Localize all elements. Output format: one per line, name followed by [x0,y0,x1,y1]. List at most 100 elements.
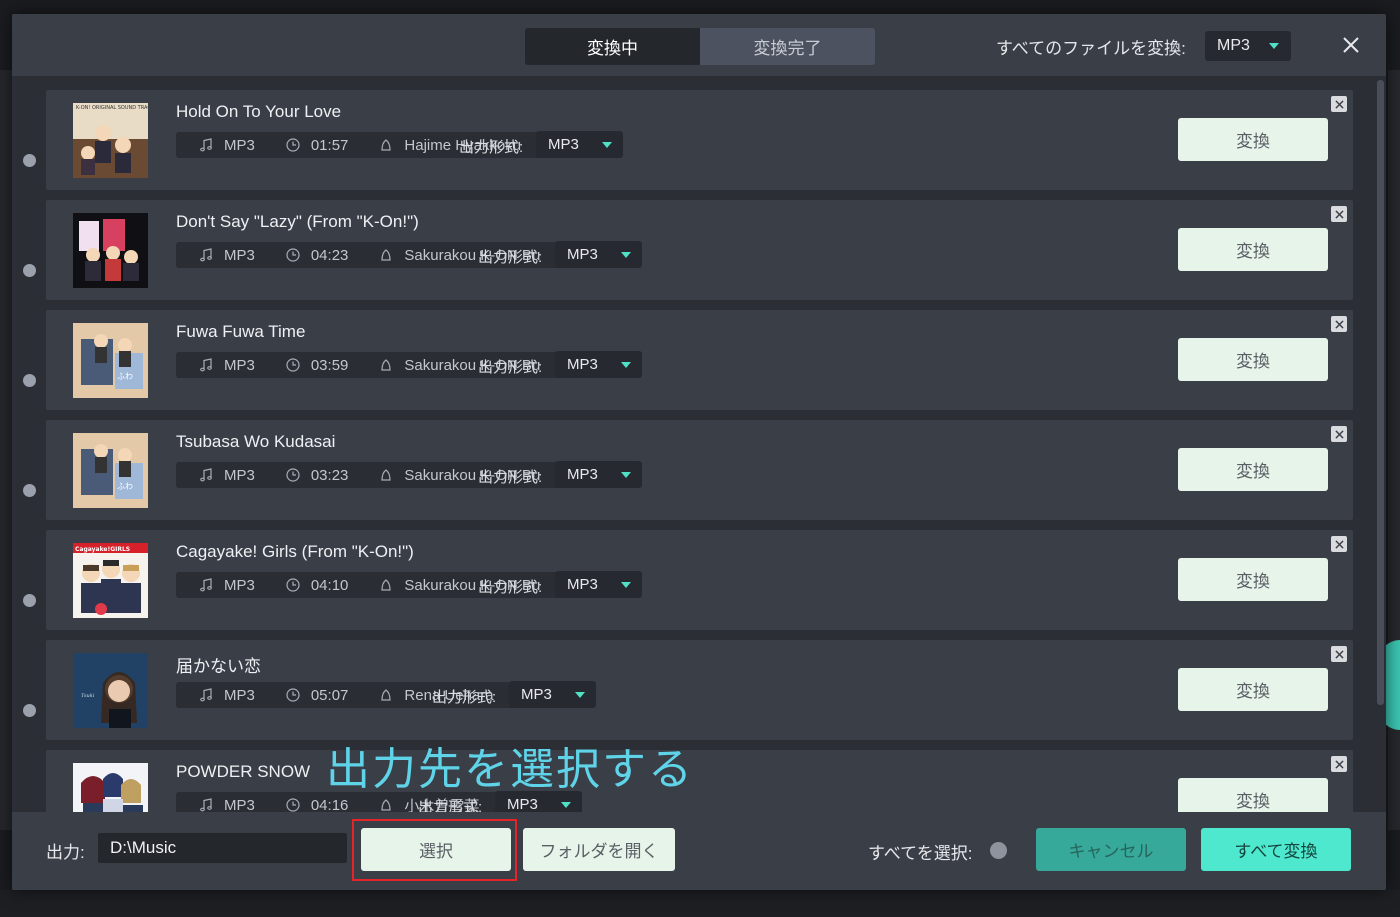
track-duration: 03:59 [310,356,349,374]
album-cover: Cagayake!GIRLS [73,543,148,618]
dialog-header: 変換中 変換完了 すべてのファイルを変換: MP3 [12,14,1386,76]
album-cover [73,213,148,288]
track-row: POWDER SNOW MP3 04:16 小木曽雪菜 出力形式: MP3 変換 [46,750,1353,812]
output-format-select[interactable]: MP3 [536,131,623,158]
music-note-icon [198,797,214,812]
track-duration: 04:23 [310,246,349,264]
output-format-value: MP3 [567,246,598,263]
track-select-radio[interactable] [23,374,36,387]
select-output-button[interactable]: 選択 [361,828,511,871]
output-format-label: 出力形式: [459,139,524,156]
remove-track-button[interactable] [1331,316,1347,332]
output-format-label: 出力形式: [478,469,543,486]
music-note-icon [198,137,214,153]
select-all-label: すべてを選択: [868,844,973,863]
close-icon [1334,759,1344,769]
track-select-radio[interactable] [23,704,36,717]
track-format: MP3 [224,686,255,704]
track-list[interactable]: K-ON! ORIGINAL SOUND TRACK Hold On To Yo… [12,76,1386,812]
close-icon [1334,319,1344,329]
clock-icon [285,247,301,263]
track-select-radio[interactable] [23,154,36,167]
track-format: MP3 [224,576,255,594]
output-format-label: 出力形式: [478,579,543,596]
convert-button[interactable]: 変換 [1178,118,1328,161]
scrollbar-thumb[interactable] [1377,80,1384,705]
tab-converting[interactable]: 変換中 [525,28,700,65]
output-format-value: MP3 [567,356,598,373]
chevron-down-icon [561,802,571,808]
remove-track-button[interactable] [1331,756,1347,772]
track-duration: 01:57 [310,136,349,154]
svg-text:K-ON! ORIGINAL SOUND TRACK: K-ON! ORIGINAL SOUND TRACK [76,105,148,111]
output-format-value: MP3 [567,466,598,483]
track-title: Cagayake! Girls (From "K-On!") [176,542,414,561]
output-format-select[interactable]: MP3 [555,571,642,598]
clock-icon [285,577,301,593]
convert-all-button[interactable]: すべて変換 [1201,828,1351,871]
background-app-bottom [0,890,1400,917]
track-title: POWDER SNOW [176,762,311,781]
track-select-radio[interactable] [23,264,36,277]
album-cover: Tsuki [73,653,148,728]
track-format: MP3 [224,356,255,374]
track-duration: 04:10 [310,576,349,594]
svg-text:ふわ: ふわ [117,372,133,381]
track-select-radio[interactable] [23,594,36,607]
artist-icon [378,357,394,373]
track-title: Tsubasa Wo Kudasai [176,432,336,451]
open-folder-button[interactable]: フォルダを開く [523,828,675,871]
convert-button[interactable]: 変換 [1178,558,1328,601]
convert-all-format-label: すべてのファイルを変換: [996,39,1186,58]
album-cover: ふわ [73,323,148,398]
chevron-down-icon [621,252,631,258]
clock-icon [285,467,301,483]
clock-icon [285,687,301,703]
output-path-field[interactable]: D:\Music [98,833,347,863]
track-format: MP3 [224,466,255,484]
remove-track-button[interactable] [1331,536,1347,552]
tab-converted[interactable]: 変換完了 [700,28,875,65]
convert-all-format-select[interactable]: MP3 [1205,31,1291,61]
music-note-icon [198,577,214,593]
track-list-scrollbar[interactable] [1377,76,1384,812]
track-duration: 04:16 [310,796,349,813]
output-format-select[interactable]: MP3 [509,681,596,708]
remove-track-button[interactable] [1331,96,1347,112]
music-note-icon [198,357,214,373]
output-format-select[interactable]: MP3 [555,351,642,378]
svg-text:ふわ: ふわ [117,482,133,491]
remove-track-button[interactable] [1331,206,1347,222]
convert-button[interactable]: 変換 [1178,338,1328,381]
convert-button[interactable]: 変換 [1178,228,1328,271]
chevron-down-icon [621,472,631,478]
close-icon[interactable] [1338,32,1364,58]
music-note-icon [198,467,214,483]
music-note-icon [198,687,214,703]
select-all-radio[interactable] [990,842,1007,859]
cancel-button[interactable]: キャンセル [1036,828,1186,871]
svg-text:Cagayake!GIRLS: Cagayake!GIRLS [75,546,130,553]
convert-button[interactable]: 変換 [1178,448,1328,491]
artist-icon [378,797,394,812]
chevron-down-icon [602,142,612,148]
artist-icon [378,687,394,703]
output-format-select[interactable]: MP3 [555,461,642,488]
track-title: Don't Say "Lazy" (From "K-On!") [176,212,419,231]
music-note-icon [198,247,214,263]
clock-icon [285,797,301,812]
svg-text:Tsuki: Tsuki [81,693,95,699]
output-label: 出力: [46,843,85,862]
remove-track-button[interactable] [1331,646,1347,662]
track-row: ふわ Tsubasa Wo Kudasai MP3 03:23 Sakurako… [46,420,1353,520]
output-format-select[interactable]: MP3 [555,241,642,268]
convert-button[interactable]: 変換 [1178,778,1328,812]
track-title: Hold On To Your Love [176,102,342,121]
artist-icon [378,137,394,153]
remove-track-button[interactable] [1331,426,1347,442]
convert-button[interactable]: 変換 [1178,668,1328,711]
track-duration: 03:23 [310,466,349,484]
clock-icon [285,137,301,153]
track-row: Tsuki 届かない恋 MP3 05:07 Rena Uehara 出力形式: … [46,640,1353,740]
track-select-radio[interactable] [23,484,36,497]
